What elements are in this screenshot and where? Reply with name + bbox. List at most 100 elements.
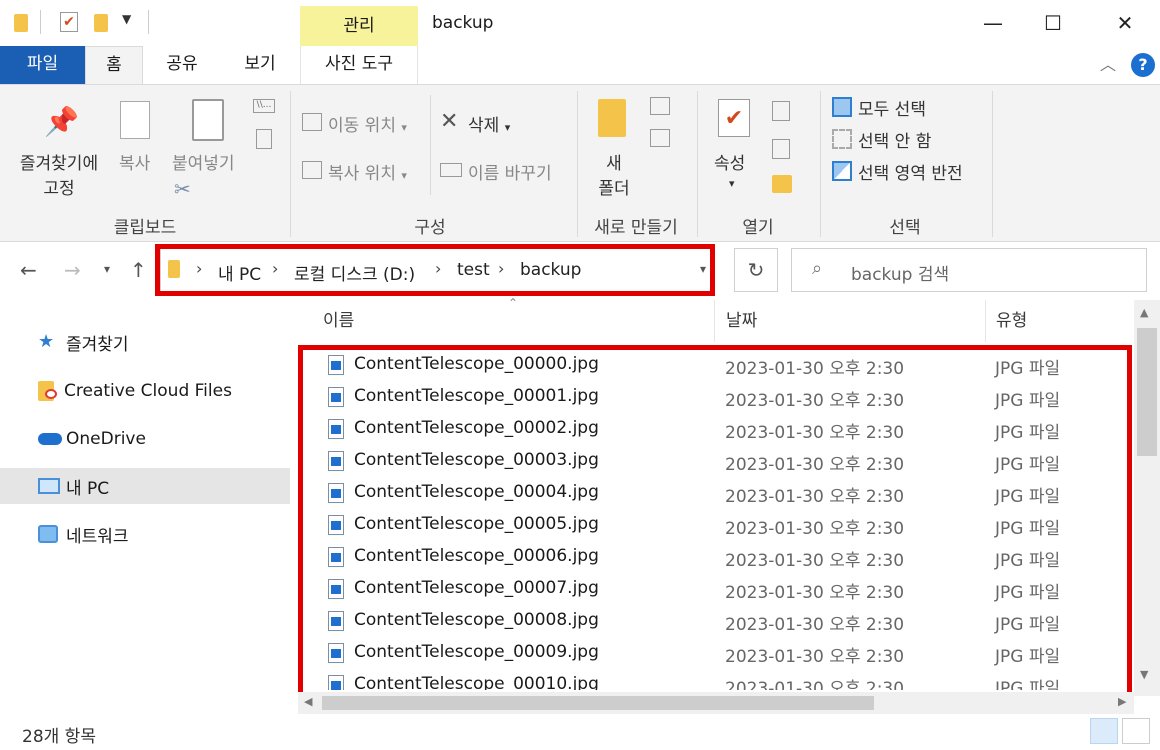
- pin-to-quick-access-button[interactable]: 즐겨찾기에 고정: [12, 149, 106, 199]
- minimize-button[interactable]: —: [962, 0, 1024, 46]
- group-divider: [290, 91, 291, 237]
- select-none-button[interactable]: 선택 안 함: [858, 127, 931, 152]
- select-all-icon: [832, 97, 852, 117]
- scroll-left-icon[interactable]: ◀: [304, 695, 312, 708]
- new-folder-button[interactable]: 새 폴더: [596, 149, 632, 199]
- search-input[interactable]: [791, 248, 1147, 292]
- breadcrumb-backup[interactable]: backup: [520, 260, 581, 280]
- navigation-pane: ★ 즐겨찾기 Creative Cloud Files OneDrive 내 P…: [0, 298, 296, 708]
- sidebar-item-this-pc[interactable]: 내 PC: [0, 468, 290, 504]
- sidebar-item-label: 내 PC: [66, 478, 110, 499]
- properties-icon[interactable]: ✔: [60, 12, 78, 32]
- context-tab-manage[interactable]: 관리: [300, 6, 418, 46]
- chevron-right-icon[interactable]: ›: [196, 259, 202, 278]
- paste-shortcut-icon[interactable]: [256, 129, 272, 149]
- sort-ascending-icon: ⌃: [508, 296, 519, 310]
- easy-access-icon[interactable]: [650, 129, 670, 147]
- delete-button[interactable]: 삭제 ▾: [468, 111, 510, 136]
- pin-icon: 📌: [44, 105, 79, 138]
- back-icon[interactable]: ←: [20, 258, 37, 282]
- invert-selection-icon: [832, 161, 852, 181]
- chevron-right-icon[interactable]: ›: [435, 259, 441, 278]
- breadcrumb-this-pc[interactable]: 내 PC: [218, 260, 261, 285]
- column-header-date[interactable]: 날짜: [726, 300, 757, 342]
- search-icon: ⌕: [812, 258, 823, 279]
- edit-icon[interactable]: [772, 139, 790, 159]
- new-folder-label-line2: 폴더: [598, 179, 630, 199]
- new-item-icon[interactable]: [650, 97, 670, 115]
- paste-button[interactable]: 붙여넣기: [172, 149, 235, 174]
- delete-label: 삭제: [468, 116, 500, 136]
- sidebar-item-onedrive[interactable]: OneDrive: [0, 421, 290, 457]
- group-label-open: 열기: [742, 218, 774, 238]
- column-divider[interactable]: [985, 300, 986, 342]
- horizontal-scroll-thumb[interactable]: [322, 696, 874, 710]
- move-to-button[interactable]: 이동 위치 ▾: [328, 111, 407, 136]
- forward-icon[interactable]: →: [64, 258, 81, 282]
- pin-label-line2: 고정: [43, 179, 75, 199]
- copy-path-icon[interactable]: \\...: [253, 99, 275, 113]
- scroll-up-icon[interactable]: ▲: [1140, 306, 1148, 319]
- sidebar-item-label: 네트워크: [66, 526, 129, 547]
- star-icon: ★: [38, 331, 55, 352]
- recent-locations-icon[interactable]: ▾: [104, 262, 110, 276]
- sidebar-item-network[interactable]: 네트워크: [0, 516, 290, 552]
- details-view-icon[interactable]: [1090, 718, 1118, 744]
- refresh-button[interactable]: ↻: [734, 248, 778, 292]
- customize-quick-access-icon[interactable]: ▼: [122, 12, 131, 26]
- cut-icon[interactable]: ✂: [174, 177, 191, 201]
- dropdown-arrow-icon: ▾: [504, 121, 511, 134]
- maximize-button[interactable]: ☐: [1022, 0, 1084, 46]
- sidebar-item-label: 즐겨찾기: [66, 334, 129, 355]
- tab-photo-tools[interactable]: 사진 도구: [300, 46, 418, 84]
- chevron-right-icon[interactable]: ›: [272, 259, 278, 278]
- sidebar-item-quick-access[interactable]: ★ 즐겨찾기: [0, 324, 290, 360]
- ribbon: 📌 즐겨찾기에 고정 복사 붙여넣기 ✂ \\... 클립보드 이동 위치 ▾ …: [0, 84, 1160, 242]
- collapse-ribbon-icon[interactable]: ︿: [1100, 51, 1116, 75]
- open-icon[interactable]: [772, 101, 790, 121]
- properties-button[interactable]: 속성: [714, 149, 745, 174]
- group-divider: [820, 91, 821, 237]
- dropdown-arrow-icon: ▾: [401, 169, 407, 182]
- new-folder-icon: [598, 99, 626, 137]
- vertical-scroll-thumb[interactable]: [1137, 328, 1157, 456]
- file-list-highlight-box: [298, 345, 1132, 697]
- tab-home[interactable]: 홈: [85, 46, 143, 84]
- breadcrumb-test[interactable]: test: [457, 260, 490, 280]
- address-dropdown-icon[interactable]: ▾: [700, 262, 706, 276]
- tab-share[interactable]: 공유: [150, 46, 214, 84]
- close-button[interactable]: ✕: [1094, 0, 1156, 46]
- history-icon[interactable]: [772, 175, 792, 193]
- tab-view[interactable]: 보기: [228, 46, 292, 84]
- column-divider[interactable]: [714, 300, 715, 342]
- copy-button[interactable]: 복사: [119, 149, 150, 174]
- divider: [430, 95, 431, 195]
- tab-file[interactable]: 파일: [0, 46, 85, 84]
- sidebar-item-creative-cloud[interactable]: Creative Cloud Files: [0, 373, 290, 409]
- large-icons-view-icon[interactable]: [1122, 718, 1150, 744]
- up-icon[interactable]: ↑: [130, 258, 147, 282]
- scroll-right-icon[interactable]: ▶: [1118, 695, 1126, 708]
- invert-selection-button[interactable]: 선택 영역 반전: [858, 159, 963, 184]
- cloud-icon: [38, 433, 62, 445]
- breadcrumb-local-disk[interactable]: 로컬 디스크 (D:): [294, 260, 415, 285]
- sidebar-item-label: Creative Cloud Files: [64, 381, 232, 401]
- move-to-label: 이동 위치: [328, 116, 396, 136]
- ribbon-tabs: 파일 홈 공유 보기 사진 도구 ︿ ?: [0, 46, 1160, 84]
- group-label-clipboard: 클립보드: [113, 218, 177, 238]
- chevron-right-icon[interactable]: ›: [498, 259, 504, 278]
- rename-icon: [440, 163, 462, 177]
- copy-to-button[interactable]: 복사 위치 ▾: [328, 159, 407, 184]
- select-all-button[interactable]: 모두 선택: [858, 95, 926, 120]
- help-icon[interactable]: ?: [1131, 53, 1155, 77]
- group-divider: [697, 91, 698, 237]
- delete-icon: ✕: [440, 109, 459, 134]
- scroll-down-icon[interactable]: ▼: [1140, 668, 1148, 681]
- dropdown-arrow-icon: ▾: [401, 121, 407, 134]
- rename-button[interactable]: 이름 바꾸기: [468, 159, 552, 184]
- column-header-name[interactable]: 이름: [323, 300, 354, 342]
- properties-icon: ✔: [718, 99, 750, 137]
- dropdown-arrow-icon[interactable]: ▾: [729, 177, 735, 190]
- new-folder-icon[interactable]: [94, 14, 108, 32]
- column-header-type[interactable]: 유형: [996, 300, 1027, 342]
